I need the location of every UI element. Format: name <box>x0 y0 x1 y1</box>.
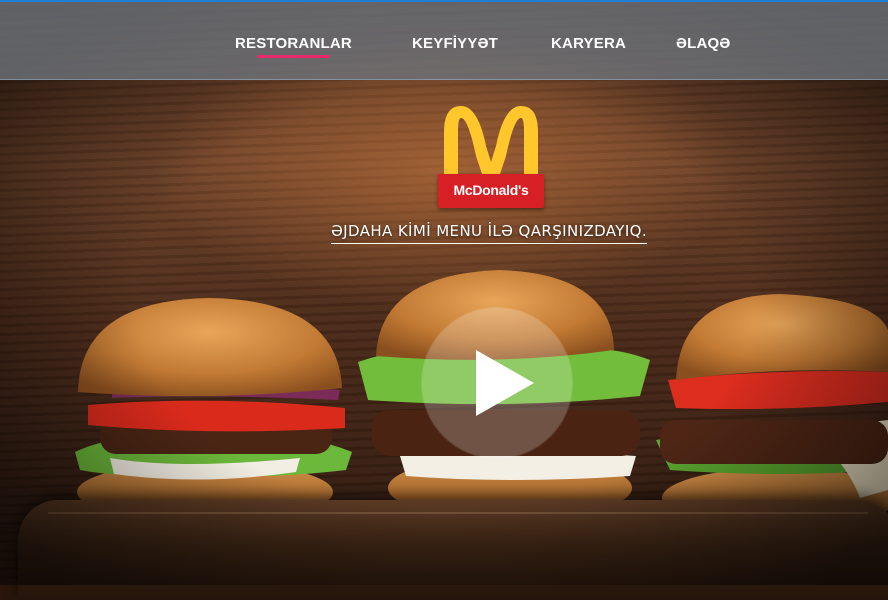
nav-item-keyfiyyet[interactable]: KEYFİYYƏT <box>412 35 498 52</box>
hero-tagline: ƏJDAHA KİMİ MENU İLƏ QARŞINIZDAYIQ. <box>0 222 888 244</box>
play-icon <box>476 350 534 416</box>
top-nav-bar: RESTORANLAR KEYFİYYƏT KARYERA ƏLAQƏ <box>0 0 888 80</box>
main-nav: RESTORANLAR KEYFİYYƏT KARYERA ƏLAQƏ <box>0 35 888 58</box>
tagline-link[interactable]: ƏJDAHA KİMİ MENU İLƏ QARŞINIZDAYIQ. <box>330 222 648 244</box>
nav-item-karyera[interactable]: KARYERA <box>551 35 626 52</box>
nav-item-restoranlar[interactable]: RESTORANLAR <box>235 35 352 58</box>
logo-wordmark: McDonald's <box>453 182 529 198</box>
nav-item-elaqe[interactable]: ƏLAQƏ <box>676 35 730 52</box>
golden-arches-icon <box>444 106 538 180</box>
mcdonalds-logo[interactable]: McDonald's <box>438 102 544 208</box>
hero-vignette <box>0 0 888 585</box>
play-video-button[interactable] <box>422 308 572 458</box>
